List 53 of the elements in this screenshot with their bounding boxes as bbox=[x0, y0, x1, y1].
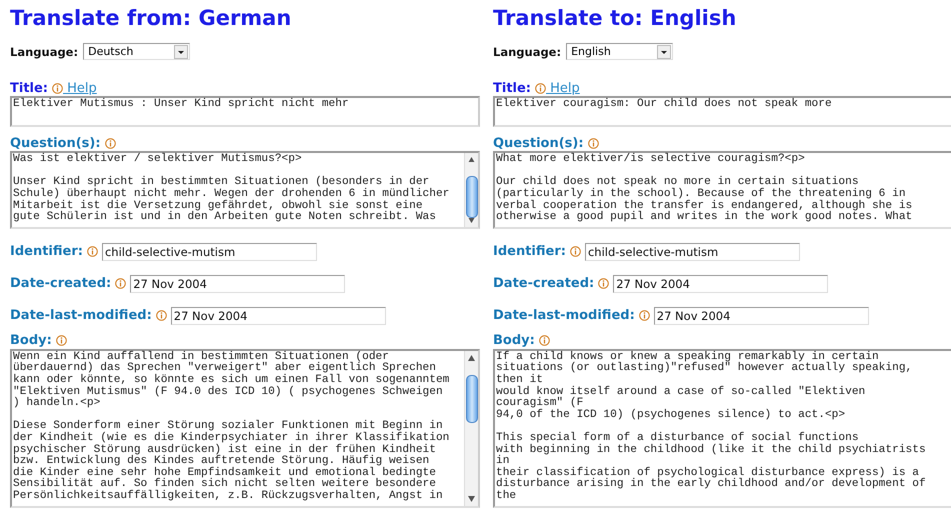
field-label: Question(s): bbox=[10, 136, 101, 151]
text-field[interactable]: 27 Nov 2004 bbox=[654, 306, 869, 325]
text-area[interactable]: Elektiver Mutismus : Unser Kind spricht nicht mehr bbox=[10, 96, 480, 128]
text-area[interactable]: Was ist elektiver / selektiver Mutismus?<p> Unser Kind spricht in bestimmten Situationen (besonders in der Schule) überhaupt nicht mehr. Wegen der drohenden 6 in mündlicher Mitarbeit ist die Versetzung gefährdet, obwohl sie sonst eine gute Schülerin ist und in den Arbeiten gute Noten schreibt. Was bbox=[10, 151, 480, 229]
text-area[interactable]: If a child knows or knew a speaking remarkably in certain situations (or outlasting)"refused" however actually speaking, then it would know itself around a case of so-called "Elektiven couragism" (F 94,0 of the ICD 10) (psychogenes silence) to act.<p> This special form of a disturbance of social functions with beginning in the childhood (like it the child psychiatrists in their classification of psychological disturbance express) is a disturbance arising in the early childhood and/or development of the bbox=[493, 348, 951, 508]
field-label: Title: bbox=[493, 80, 532, 96]
info-icon[interactable] bbox=[598, 278, 610, 290]
info-icon[interactable] bbox=[156, 310, 167, 322]
scroll-thumb[interactable] bbox=[466, 374, 478, 423]
scrollbar[interactable] bbox=[464, 350, 478, 506]
language-select[interactable]: English bbox=[566, 43, 674, 60]
language-select[interactable]: Deutsch bbox=[83, 43, 190, 60]
info-icon[interactable] bbox=[538, 335, 550, 346]
info-icon[interactable] bbox=[638, 310, 650, 322]
text-area[interactable]: Wenn ein Kind auffallend in bestimmten Situationen (oder überdauernd) das Sprechen "verweigert" aber eigentlich Sprechen kann oder könnte, so könnte es sich um einen Fall von sogenanntem "Elektiven Mutismus" (F 94.0 des ICD 10) ( psychogenes Schweigen ) handeln.<p> Diese Sonderform einer Störung sozialer Funktionen mit Beginn in der Kindheit (wie es die Kinderpsychiater in ihrer Klassifikation psychischer Störung ausdrücken) ist eine in der frühen Kindheit bzw. Entwicklung des Kindes auftretende Störung. Häufig weisen die Kinder eine sehr hohe Empfindsamkeit und emotional bedingte Sensibilität auf. So finden sich nicht selten weitere besondere Persönlichkeitsauffälligkeiten, z.B. Rückzugsverhalten, Angst in bbox=[10, 348, 480, 508]
info-icon[interactable] bbox=[52, 82, 64, 94]
info-icon[interactable] bbox=[570, 246, 581, 258]
section-heading: Translate to: English bbox=[493, 5, 738, 32]
text-field[interactable]: child-selective-mutism bbox=[102, 242, 317, 261]
info-icon[interactable] bbox=[588, 138, 599, 149]
scroll-thumb[interactable] bbox=[466, 176, 478, 218]
language-label: Language: bbox=[493, 44, 562, 58]
scroll-up-icon[interactable] bbox=[468, 354, 475, 361]
scrollbar[interactable] bbox=[464, 153, 478, 227]
text-field[interactable]: 27 Nov 2004 bbox=[613, 274, 828, 293]
caret-icon bbox=[174, 44, 188, 58]
info-icon[interactable] bbox=[104, 138, 116, 149]
scroll-up-icon[interactable] bbox=[468, 157, 475, 162]
text-area[interactable]: What more elektiver/is selective couragism?<p> Our child does not speak no more in certain situations (particularly in the school). Because of the threatening 6 in verbal cooperation the transfer is endangered, although she is otherwise a good pupil and writes in the work good notes. What bbox=[493, 151, 951, 229]
field-label: Body: bbox=[10, 333, 52, 348]
info-icon[interactable] bbox=[535, 82, 546, 94]
info-icon[interactable] bbox=[115, 278, 126, 290]
text-field[interactable]: child-selective-mutism bbox=[584, 242, 800, 261]
field-label: Date-created: bbox=[10, 276, 112, 292]
field-label: Date-created: bbox=[493, 276, 594, 292]
text-area[interactable]: Elektiver couragism: Our child does not speak more bbox=[493, 96, 951, 128]
caret-icon bbox=[657, 44, 672, 58]
text-field[interactable]: 27 Nov 2004 bbox=[170, 306, 386, 325]
field-label: Title: bbox=[10, 80, 48, 96]
info-icon[interactable] bbox=[56, 335, 67, 346]
help-link[interactable]: Help bbox=[546, 80, 580, 96]
section-heading: Translate from: German bbox=[10, 5, 292, 32]
field-label: Question(s): bbox=[493, 136, 584, 151]
field-label: Body: bbox=[493, 333, 535, 348]
field-label: Date-last-modified: bbox=[10, 308, 152, 324]
field-label: Identifier: bbox=[493, 244, 566, 260]
text-field[interactable]: 27 Nov 2004 bbox=[130, 274, 346, 293]
info-icon[interactable] bbox=[86, 246, 98, 258]
scroll-down-icon[interactable] bbox=[468, 496, 475, 502]
field-label: Identifier: bbox=[10, 244, 83, 260]
field-label: Date-last-modified: bbox=[493, 308, 635, 324]
help-link[interactable]: Help bbox=[63, 80, 97, 96]
language-label: Language: bbox=[10, 44, 78, 58]
